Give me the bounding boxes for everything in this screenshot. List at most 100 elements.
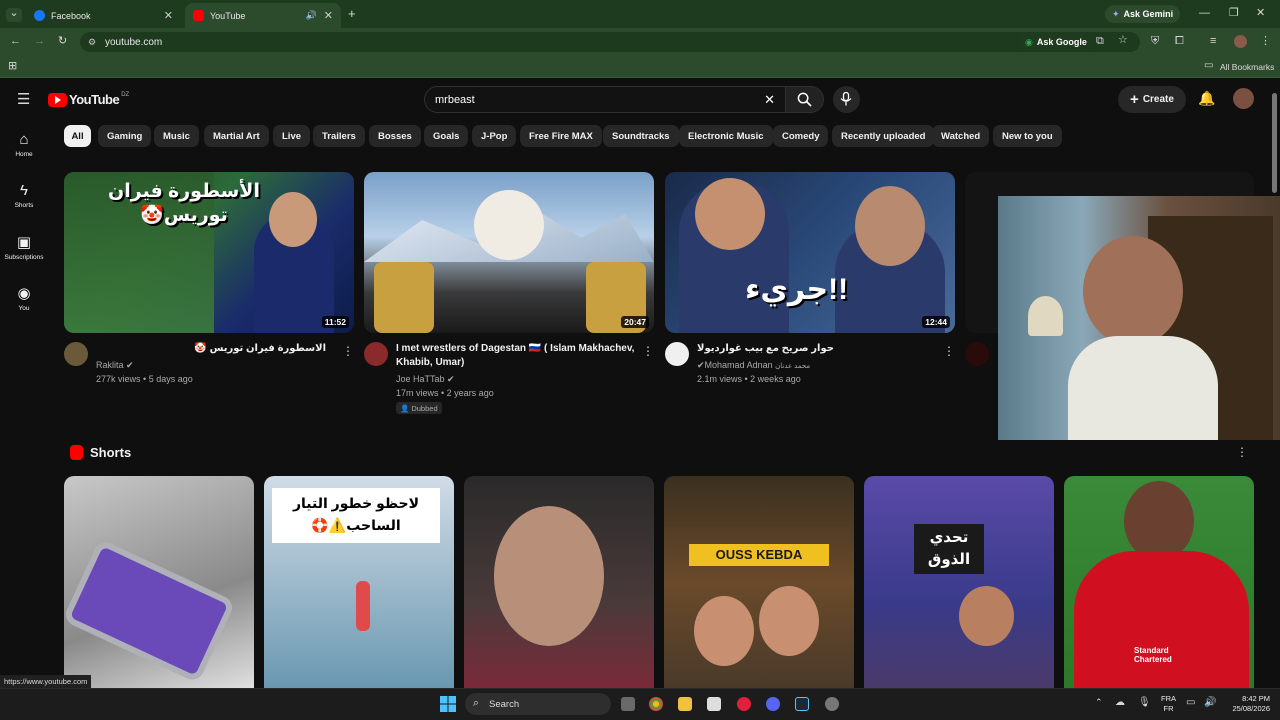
short-thumbnail[interactable] [64,476,254,688]
channel-avatar[interactable] [364,342,388,366]
short-thumbnail[interactable]: لاحظو خطور التيار الساحب⚠️🛟 [264,476,454,688]
minimize-icon[interactable]: — [1199,8,1210,19]
notifications-bell-icon[interactable]: 🔔 [1198,91,1215,105]
chip-live[interactable]: Live [273,125,311,147]
clock[interactable]: 8:42 PM 25/08/2026 [1222,694,1270,714]
keyboard-code: FR [1163,704,1174,713]
chip-music[interactable]: Music [154,125,199,147]
install-app-icon[interactable]: ⧉ [1096,36,1104,47]
short-thumbnail[interactable] [464,476,654,688]
opera-icon[interactable] [737,697,751,711]
all-bookmarks-link[interactable]: All Bookmarks [1220,62,1274,72]
chip-comedy[interactable]: Comedy [773,125,829,147]
chip-trailers[interactable]: Trailers [313,125,365,147]
chip-soundtracks[interactable]: Soundtracks [603,125,679,147]
chip-all[interactable]: All [64,125,91,147]
site-info-icon[interactable]: ⚙ [88,37,96,48]
file-explorer-icon[interactable] [678,697,692,711]
new-tab-icon[interactable]: + [348,7,356,20]
nav-label: Shorts [14,202,34,209]
chip-jpop[interactable]: J-Pop [472,125,517,147]
chip-goals[interactable]: Goals [424,125,469,147]
maximize-icon[interactable]: ❐ [1229,8,1239,19]
forward-icon[interactable]: → [34,36,45,47]
chip-recently-uploaded[interactable]: Recently uploaded [832,125,935,147]
youtube-icon [193,10,204,21]
app-icon[interactable] [707,697,721,711]
steam-icon[interactable] [795,697,809,711]
extensions-icon[interactable]: ⧠ [1175,36,1184,47]
video-duration: 11:52 [321,316,349,328]
channel-name[interactable]: Raklita ✔ [96,358,134,372]
task-view-icon[interactable] [621,697,635,711]
apps-grid-icon[interactable]: ⊞ [8,61,17,72]
tray-chevron-icon[interactable]: ⌃ [1095,698,1103,707]
short-thumbnail[interactable]: تحدي الذوق [864,476,1054,688]
clear-search-icon[interactable]: ✕ [764,92,775,108]
taskbar-search[interactable]: ⌕ Search [465,693,611,715]
speaker-icon[interactable]: 🔊 [306,10,317,21]
obs-icon[interactable] [825,697,839,711]
menu-dots-icon[interactable]: ⋮ [1260,36,1271,47]
tab-search-icon[interactable]: ⌄ [6,8,22,22]
video-title[interactable]: حوار صريح مع بيب غوارديولا [697,342,937,356]
chip-bosses[interactable]: Bosses [369,125,421,147]
nav-you[interactable]: ◉ You [0,284,48,312]
discord-icon[interactable] [766,697,780,711]
chip-martial-art[interactable]: Martial Art [204,125,269,147]
tab-facebook[interactable]: Facebook ✕ [26,3,181,28]
channel-avatar[interactable] [665,342,689,366]
create-button[interactable]: + Create [1118,86,1186,113]
channel-name[interactable]: Joe HaTTab ✔ [396,372,455,386]
address-bar[interactable]: ⚙ youtube.com [80,32,1140,52]
video-thumbnail[interactable]: 20:47 [364,172,654,333]
short-thumbnail[interactable]: Standard Chartered [1064,476,1254,688]
hamburger-menu-icon[interactable]: ☰ [17,92,30,107]
network-tray-icon[interactable]: ☁ [1115,698,1125,708]
bookmark-star-icon[interactable]: ☆ [1118,35,1128,46]
channel-avatar[interactable] [64,342,88,366]
more-actions-icon[interactable]: ⋮ [943,344,955,358]
voice-search-button[interactable] [833,86,860,113]
tab-youtube[interactable]: YouTube 🔊 ✕ [185,3,341,28]
microphone-tray-icon[interactable]: 🎙 [1138,698,1151,708]
video-thumbnail[interactable]: جريء!! 12:44 [665,172,955,333]
nav-home[interactable]: ⌂ Home [0,131,48,158]
video-title[interactable]: الاسطورة فيران توريس 🤡 [96,342,326,356]
chip-watched[interactable]: Watched [932,125,990,147]
youtube-logo[interactable]: YouTube DZ [48,92,129,107]
chip-gaming[interactable]: Gaming [98,125,152,147]
ask-google-button[interactable]: ◉ Ask Google [1018,33,1094,51]
reading-list-icon[interactable]: ≡ [1210,36,1216,47]
nav-label: Subscriptions [4,254,44,261]
input-language[interactable]: FRA FR [1161,694,1176,714]
reload-icon[interactable]: ↻ [58,36,67,47]
channel-avatar[interactable] [965,342,989,366]
video-title[interactable]: I met wrestlers of Dagestan 🇷🇺 ( Islam M… [396,342,636,370]
close-tab-icon[interactable]: ✕ [164,9,173,22]
short-thumbnail[interactable]: OUSS KEBDA [664,476,854,688]
chip-new-to-you[interactable]: New to you [993,125,1062,147]
ask-gemini-button[interactable]: ✦ Ask Gemini [1105,5,1181,23]
display-tray-icon[interactable]: ▭ [1186,698,1195,708]
shield-icon[interactable]: ⛨ [1151,36,1159,47]
back-icon[interactable]: ← [10,36,21,47]
volume-icon[interactable]: 🔊 [1204,698,1216,708]
profile-avatar[interactable] [1234,35,1247,48]
chip-free-fire-max[interactable]: Free Fire MAX [520,125,602,147]
shorts-more-icon[interactable]: ⋮ [1236,445,1248,459]
search-button[interactable] [785,86,824,113]
chip-electronic-music[interactable]: Electronic Music [679,125,773,147]
more-actions-icon[interactable]: ⋮ [342,344,354,358]
search-input[interactable]: mrbeast ✕ [424,86,786,113]
close-tab-icon[interactable]: ✕ [324,9,333,22]
video-thumbnail[interactable]: الأسطورة فيران توريس🤡 11:52 [64,172,354,333]
nav-subscriptions[interactable]: ▣ Subscriptions [0,233,48,261]
windows-start-icon[interactable] [440,696,456,712]
page-scrollbar[interactable] [1272,93,1277,193]
close-window-icon[interactable]: ✕ [1256,8,1265,19]
account-avatar[interactable] [1233,88,1254,109]
more-actions-icon[interactable]: ⋮ [642,344,654,358]
nav-shorts[interactable]: ϟ Shorts [0,182,48,209]
chrome-icon[interactable] [649,697,663,711]
